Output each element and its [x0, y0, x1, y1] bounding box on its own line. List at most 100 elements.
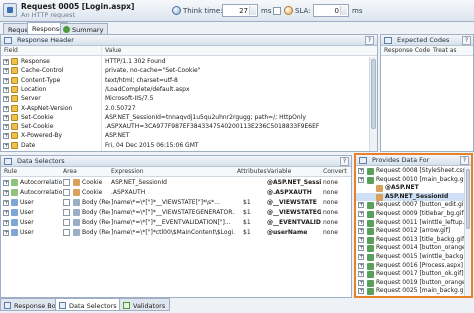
expand-icon[interactable]: + — [3, 68, 9, 75]
tree-item[interactable]: + Request 0013 [title_backg.gif] — [356, 236, 464, 245]
tab-summary[interactable]: Summary — [60, 23, 109, 34]
provides-data-scrollbar[interactable] — [464, 167, 471, 296]
tree-item[interactable]: + Request 0014 [button_orange.gif] — [356, 244, 464, 253]
expand-icon[interactable]: + — [358, 288, 364, 295]
expand-icon[interactable]: + — [358, 168, 364, 174]
user-icon — [11, 219, 18, 226]
expand-icon[interactable]: + — [358, 228, 364, 235]
tree-item[interactable]: + Request 0011 [winttle_leftup.gif] — [356, 219, 464, 228]
expand-icon[interactable]: + — [3, 77, 9, 84]
tree-item[interactable]: + Request 0012 [arrow.gif] — [356, 227, 464, 236]
expand-icon[interactable]: + — [3, 210, 9, 216]
provides-data-tree: + Request 0008 [StyleSheet.css] + Request 0… — [356, 167, 464, 296]
expand-icon[interactable]: + — [3, 142, 9, 149]
table-row[interactable]: + User Body (RegE...]name\*=\*["]*ctl00\$M… — [1, 228, 351, 238]
expand-icon[interactable]: + — [3, 230, 9, 236]
selector-enabled-checkbox[interactable] — [63, 209, 70, 216]
expand-icon[interactable]: + — [3, 86, 9, 93]
request-icon — [367, 202, 374, 210]
selector-enabled-checkbox[interactable] — [63, 229, 70, 236]
sla-unit: ms — [352, 7, 363, 15]
tree-item[interactable]: + Request 0009 [titlebar_bg.gif] — [356, 210, 464, 219]
validators-icon — [123, 302, 130, 309]
expand-icon[interactable]: + — [358, 176, 364, 183]
scroll-thumb[interactable] — [371, 59, 376, 129]
expand-icon[interactable]: + — [3, 200, 9, 206]
tree-item[interactable]: + Request 0016 [Process.aspx] — [356, 262, 464, 271]
request-icon — [367, 176, 374, 184]
col-attributes: Attributes — [237, 168, 267, 175]
tree-item[interactable]: + Request 0015 [winttle_backg.gif] — [356, 253, 464, 262]
selector-enabled-checkbox[interactable] — [63, 199, 70, 206]
header-field-name: Set-Cookie — [21, 123, 54, 131]
tree-item[interactable]: ASP.NET_SessionId — [356, 192, 464, 202]
selector-enabled-checkbox[interactable] — [63, 189, 70, 196]
help-icon[interactable]: ? — [365, 36, 374, 45]
expand-icon[interactable]: + — [3, 105, 9, 112]
request-icon — [367, 211, 374, 218]
table-row[interactable]: + User Body (RegE...]name\*=\*["]*__VIEWST… — [1, 198, 351, 208]
selector-enabled-checkbox[interactable] — [63, 179, 70, 186]
expand-icon[interactable]: + — [3, 133, 9, 140]
tree-item-label: ASP.NET_SessionId — [385, 192, 449, 200]
expand-icon[interactable]: + — [358, 219, 364, 226]
response-header-scrollbar[interactable] — [369, 57, 377, 151]
tree-item[interactable]: @ASP.NET — [356, 184, 464, 193]
expand-icon[interactable]: + — [358, 279, 364, 286]
expand-icon[interactable]: + — [358, 211, 364, 217]
selectors-help-icon[interactable]: ? — [340, 157, 349, 166]
tab-summary-label: Summary — [72, 26, 104, 34]
selector-area: Body (RegE... — [82, 199, 110, 206]
expand-icon[interactable]: + — [358, 202, 364, 209]
expand-icon[interactable]: + — [358, 271, 364, 278]
request-subtitle: An HTTP request — [21, 11, 76, 19]
table-row[interactable]: + Autocorrelation Cookie ASP.NET_SessionId @… — [1, 178, 351, 188]
tree-item[interactable]: + Request 0010 [main_backg.gif] — [356, 176, 464, 185]
selector-enabled-checkbox[interactable] — [63, 219, 70, 226]
tree-item-label: Request 0011 [winttle_leftup.gif] — [376, 218, 464, 226]
table-row[interactable]: + User Body (RegE...]name\*=\*["]*__EVENTV… — [1, 218, 351, 228]
tree-item[interactable]: + Request 0008 [StyleSheet.css] — [356, 167, 464, 176]
tree-item[interactable]: + Request 0007 [button_edit.gif] — [356, 201, 464, 210]
table-row[interactable]: + Autocorrelation Cookie .ASPXAUTH @.ASPXAUT… — [1, 188, 351, 198]
expand-icon[interactable]: + — [3, 59, 9, 65]
header-field-name: Cache-Control — [21, 67, 64, 75]
response-header-title: Response Header — [17, 36, 74, 44]
table-row[interactable]: + User Body (RegE...]name\*=\*["]*__VIEWST… — [1, 208, 351, 218]
user-icon — [11, 199, 18, 206]
sla-checkbox[interactable] — [273, 7, 281, 15]
data-selectors-title: Data Selectors — [17, 157, 65, 165]
selector-convert: none — [323, 189, 338, 196]
sla-input[interactable]: 0 — [313, 4, 349, 17]
expand-icon[interactable]: + — [3, 180, 9, 186]
expected-codes-title: Expected Codes — [397, 36, 450, 44]
expand-icon[interactable]: + — [358, 254, 364, 260]
expand-icon[interactable]: + — [358, 262, 364, 269]
tree-item[interactable]: + Request 0019 [button_orange.gif] — [356, 279, 464, 288]
provides-scroll-thumb[interactable] — [466, 169, 470, 229]
expand-icon[interactable]: + — [3, 190, 9, 196]
selector-attributes: $1 — [243, 199, 251, 206]
expand-icon[interactable]: + — [3, 220, 9, 226]
think-time-input[interactable]: 27 — [222, 4, 258, 17]
cookie-icon — [376, 185, 383, 193]
expand-icon[interactable]: + — [358, 236, 364, 243]
table-row[interactable]: + Date Fri, 04 Dec 2015 06:15:06 GMT — [1, 141, 369, 151]
selector-area: Body (RegE... — [82, 209, 110, 216]
selector-expression: ASP.NET_SessionId — [111, 179, 167, 186]
expand-icon[interactable]: + — [3, 96, 9, 103]
user-icon — [11, 209, 18, 216]
codes-panel-icon — [384, 37, 392, 44]
sla-label: SLA: — [295, 7, 311, 15]
expand-icon[interactable]: + — [3, 114, 9, 121]
expand-icon[interactable]: + — [3, 124, 9, 131]
tab-validators-label: Validators — [133, 302, 166, 310]
tab-data-selectors-label: Data Selectors — [69, 302, 117, 310]
provides-help-icon[interactable]: ? — [460, 156, 469, 165]
tab-validators[interactable]: Validators — [119, 298, 171, 311]
tree-item[interactable]: + Request 0025 [main_backg.gif] — [356, 287, 464, 296]
tab-data-selectors[interactable]: Data Selectors — [55, 298, 122, 311]
expand-icon[interactable]: + — [358, 245, 364, 252]
codes-help-icon[interactable]: ? — [462, 36, 471, 45]
tree-item[interactable]: + Request 0017 [button_ok.gif] — [356, 270, 464, 279]
